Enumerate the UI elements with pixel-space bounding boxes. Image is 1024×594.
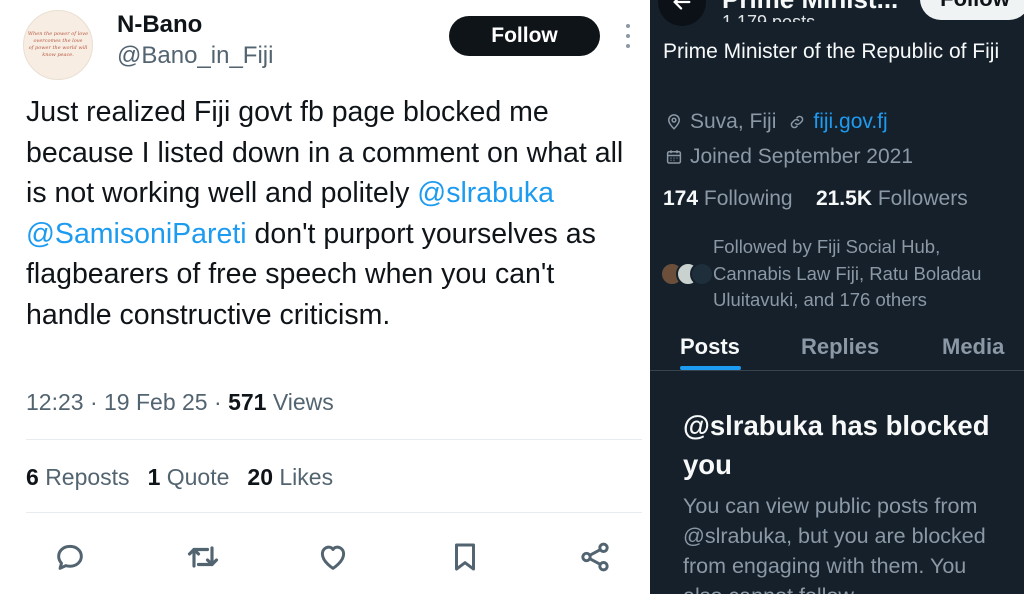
like-icon[interactable] [313,535,353,579]
following-label: Following [703,187,793,210]
author-display-name[interactable]: N-Bano [117,11,202,39]
profile-tabs: Posts Replies Media [650,330,1024,370]
profile-joined-date: Joined September 2021 [690,145,913,168]
action-bar [0,535,650,579]
quotes-count: 1 [147,464,161,490]
follow-counts: 174 Following 21.5K Followers [663,187,968,211]
back-button[interactable] [658,0,706,26]
avatar-text-line: overcomes the love [33,38,83,44]
tabs-divider [650,370,1024,371]
tab-replies[interactable]: Replies [801,334,879,360]
avatar-text-line: of power the world will [28,45,88,51]
followers-link[interactable]: 21.5K Followers [816,187,968,210]
followers-label: Followers [877,187,968,210]
tweet-text: Just realized Fiji govt fb page blocked … [26,92,636,335]
share-icon[interactable] [575,535,615,579]
followed-by-avatars[interactable] [660,262,714,286]
mention-link-slrabuka[interactable]: @slrabuka [417,177,554,209]
reposts-count: 6 [26,464,39,490]
divider [26,512,642,513]
tab-media[interactable]: Media [942,334,1004,360]
avatar-text-line: know peace. [42,52,74,58]
calendar-icon [663,146,685,168]
reposts-label: Reposts [45,464,130,490]
author-avatar[interactable]: When the power of love overcomes the lov… [23,10,93,80]
follower-avatar [690,262,714,286]
link-icon [786,111,808,133]
profile-location-row: Suva, Fiji fiji.gov.fj [663,110,888,134]
likes-count: 20 [247,464,273,490]
follow-button[interactable]: Follow [449,16,600,56]
meta-separator: · [89,389,98,415]
author-handle[interactable]: @Bano_in_Fiji [117,42,273,70]
reposts-stat[interactable]: 6 Reposts [26,464,130,490]
likes-label: Likes [279,464,334,490]
views-count: 571 [228,389,267,415]
quotes-label: Quote [166,464,230,490]
divider [26,439,642,440]
tweet-panel: When the power of love overcomes the lov… [0,0,650,594]
following-link[interactable]: 174 Following [663,187,793,210]
location-pin-icon [663,111,685,133]
blocked-notice-body: You can view public posts from @slrabuka… [683,494,986,594]
profile-website-link[interactable]: fiji.gov.fj [813,110,887,134]
blocked-notice-title: @slrabuka has blocked you [683,410,990,480]
tweet-meta: 12:23 · 19 Feb 25 · 571 Views [26,389,334,416]
reply-icon[interactable] [50,535,90,579]
more-options-icon[interactable] [624,24,632,48]
avatar-text-line: When the power of love [27,31,89,37]
bookmark-icon[interactable] [445,535,485,579]
repost-icon[interactable] [183,535,223,579]
tweet-time[interactable]: 12:23 [26,389,84,415]
profile-location: Suva, Fiji [690,110,777,133]
likes-stat[interactable]: 20 Likes [247,464,333,490]
following-count: 174 [663,187,699,210]
mention-link-samisonipareti[interactable]: @SamisoniPareti [26,218,247,250]
profile-bio: Prime Minister of the Republic of Fiji [663,40,1000,63]
profile-joined-row: Joined September 2021 [663,145,913,169]
quotes-stat[interactable]: 1 Quote [148,464,230,490]
tweet-date[interactable]: 19 Feb 25 [104,389,208,415]
profile-follow-button[interactable]: Follow [920,0,1024,20]
followers-count: 21.5K [815,187,872,210]
engagement-stats: 6 Reposts 1 Quote 20 Likes [26,464,333,491]
followed-by-text[interactable]: Followed by Fiji Social Hub, Cannabis La… [713,234,1018,314]
tab-posts[interactable]: Posts [680,334,740,360]
profile-post-count: 1,179 posts [722,12,816,22]
profile-panel: Prime Minist... 1,179 posts Follow Prime… [650,0,1024,594]
meta-separator: · [214,389,222,415]
views-label: Views [272,389,334,415]
